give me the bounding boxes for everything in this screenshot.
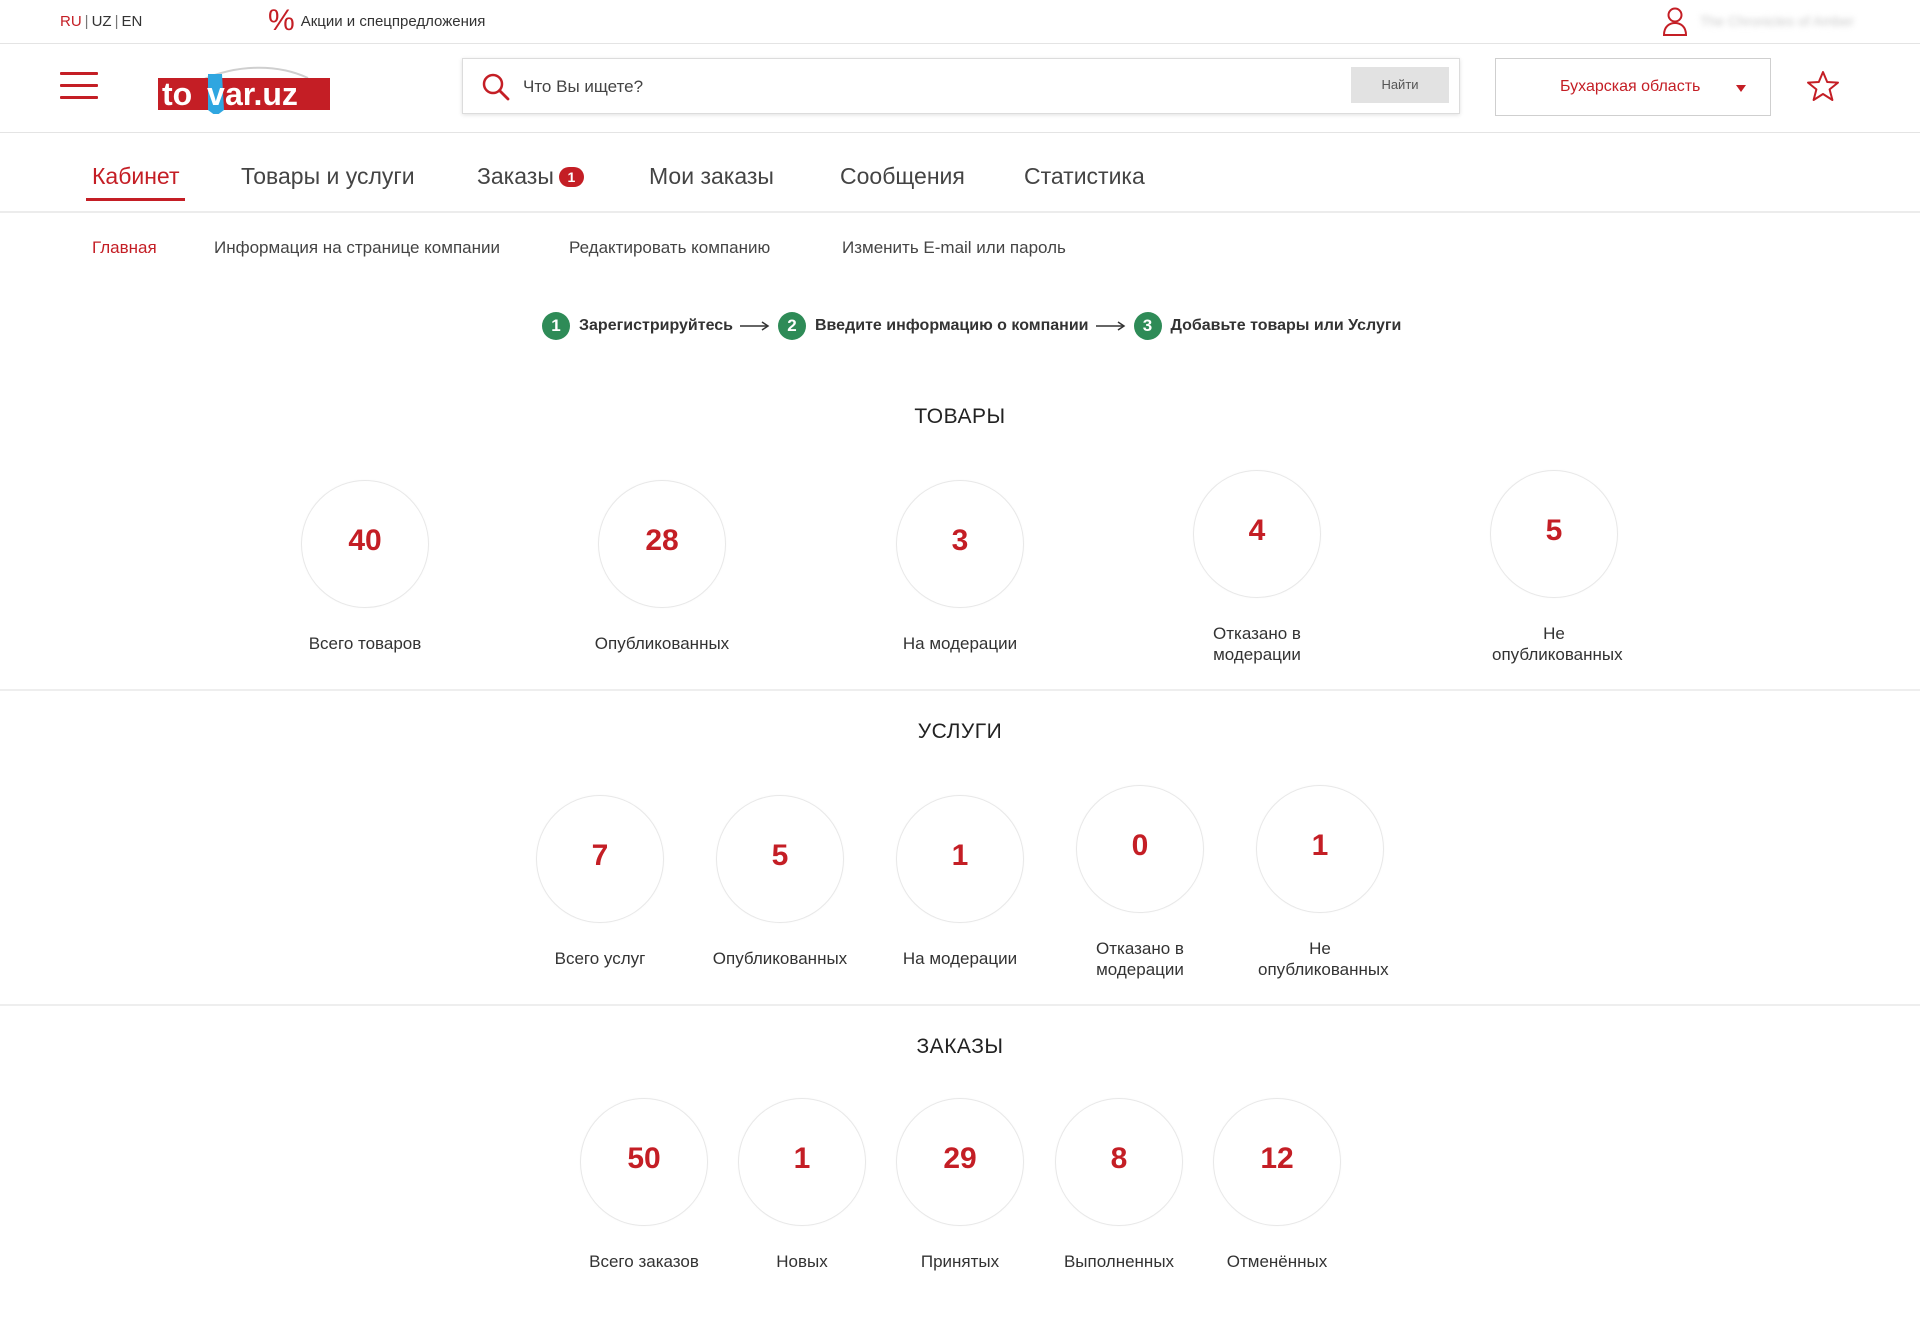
lang-ru[interactable]: RU xyxy=(60,13,82,30)
step-number: 3 xyxy=(1133,312,1162,340)
arrow-right-icon xyxy=(740,321,770,331)
chevron-down-icon xyxy=(1736,85,1746,92)
svg-text:v: v xyxy=(207,76,225,112)
lang-uz[interactable]: UZ xyxy=(92,13,112,30)
stat-value: 3 xyxy=(951,524,969,557)
stat-value: 5 xyxy=(771,839,789,872)
stat-value: 29 xyxy=(943,1142,977,1175)
step-number: 1 xyxy=(542,312,570,340)
star-icon[interactable] xyxy=(1806,70,1840,102)
stat-value: 1 xyxy=(951,839,969,872)
tovar-logo: to v ar.uz xyxy=(158,66,330,116)
orders-count-badge: 1 xyxy=(558,167,584,187)
stat-label: Отменённых xyxy=(1226,1252,1328,1271)
lang-separator: | xyxy=(114,13,119,30)
lang-en[interactable]: EN xyxy=(121,13,142,30)
stat-value: 28 xyxy=(645,524,679,557)
search-input[interactable] xyxy=(521,73,1285,101)
step-register: 1 Зарегистрируйтесь xyxy=(542,312,778,340)
goods-section-title: ТОВАРЫ xyxy=(914,405,1006,428)
lang-separator: | xyxy=(84,13,89,30)
stat-value: 50 xyxy=(627,1142,661,1175)
search-button[interactable]: Найти xyxy=(1351,67,1449,103)
subnav-home[interactable]: Главная xyxy=(92,238,157,258)
tab-label: Сообщения xyxy=(840,163,965,189)
tab-orders[interactable]: Заказы 1 xyxy=(477,163,584,190)
main-tabs: Кабинет Товары и услуги Заказы 1 Мои зака… xyxy=(0,133,1920,213)
svg-text:to: to xyxy=(162,76,192,112)
tab-my-orders[interactable]: Мои заказы xyxy=(649,163,774,190)
subnav-company-info[interactable]: Информация на странице компании xyxy=(214,238,500,258)
subnav-edit-company[interactable]: Редактировать компанию xyxy=(569,238,770,258)
tab-label: Товары и услуги xyxy=(241,163,415,189)
subnav-change-credentials[interactable]: Изменить E-mail или пароль xyxy=(842,238,1066,258)
stat-value: 5 xyxy=(1545,514,1563,547)
percent-icon: % xyxy=(268,4,295,37)
sub-navigation: Главная Информация на странице компании … xyxy=(0,238,1920,262)
tab-statistics[interactable]: Статистика xyxy=(1024,163,1145,190)
menu-icon[interactable] xyxy=(60,72,98,102)
stat-label: Не опубликованных xyxy=(1492,624,1623,664)
stat-label: На модерации xyxy=(902,634,1018,653)
section-divider xyxy=(0,1004,1920,1006)
tab-messages[interactable]: Сообщения xyxy=(840,163,965,190)
services-section-title: УСЛУГИ xyxy=(917,720,1003,743)
orders-section-title: ЗАКАЗЫ xyxy=(916,1035,1004,1058)
tab-label: Статистика xyxy=(1024,163,1145,189)
step-company-info: 2 Введите информацию о компании xyxy=(778,312,1134,340)
stat-label: Отказано в модерации xyxy=(1213,624,1301,664)
top-bar: RU | UZ | EN % Акции и спецпредложения The C… xyxy=(0,0,1920,44)
stat-label: На модерации xyxy=(902,949,1018,968)
stat-label: Всего услуг xyxy=(554,949,646,968)
user-icon xyxy=(1662,7,1688,36)
search-icon xyxy=(482,73,510,101)
stat-value: 40 xyxy=(348,524,382,557)
stat-label: Отказано в модерации xyxy=(1096,939,1184,979)
promo-label: Акции и спецпредложения xyxy=(300,12,486,30)
tab-label: Кабинет xyxy=(92,163,180,189)
region-value: Бухарская область xyxy=(1560,78,1701,95)
stat-value: 7 xyxy=(591,839,609,872)
site-logo[interactable]: to v ar.uz xyxy=(158,66,330,119)
svg-text:ar.uz: ar.uz xyxy=(225,76,298,112)
search-box: Найти xyxy=(462,58,1460,114)
step-label: Зарегистрируйтесь xyxy=(579,317,733,334)
arrow-right-icon xyxy=(1095,321,1125,331)
tab-label: Мои заказы xyxy=(649,163,774,189)
tab-label: Заказы xyxy=(477,163,554,189)
stat-value: 0 xyxy=(1131,829,1149,862)
section-divider xyxy=(0,689,1920,691)
stat-label: Опубликованных xyxy=(594,634,730,653)
stat-label: Не опубликованных xyxy=(1258,939,1389,979)
tab-cabinet[interactable]: Кабинет xyxy=(85,163,187,201)
stat-value: 1 xyxy=(1311,829,1329,862)
stat-label: Всего товаров xyxy=(308,634,422,653)
stat-label: Опубликованных xyxy=(712,949,848,968)
stat-value: 8 xyxy=(1110,1142,1128,1175)
stat-value: 12 xyxy=(1260,1142,1294,1175)
promo-link[interactable]: % Акции и спецпредложения xyxy=(268,6,485,36)
tab-goods-services[interactable]: Товары и услуги xyxy=(241,163,415,190)
step-label: Введите информацию о компании xyxy=(815,317,1089,334)
step-add-products: 3 Добавьте товары или Услуги xyxy=(1133,312,1402,340)
stat-value: 4 xyxy=(1248,514,1266,547)
step-label: Добавьте товары или Услуги xyxy=(1170,317,1402,334)
onboarding-steps: 1 Зарегистрируйтесь 2 Введите информацию… xyxy=(542,312,1401,340)
step-number: 2 xyxy=(778,312,806,340)
user-menu[interactable]: The Chronicles of Amber xyxy=(1662,6,1854,36)
user-name: The Chronicles of Amber xyxy=(1700,13,1855,29)
header: to v ar.uz Найти Бухарская область xyxy=(0,44,1920,133)
region-select[interactable]: Бухарская область xyxy=(1495,58,1771,116)
language-switcher: RU | UZ | EN xyxy=(60,13,142,30)
stat-value: 1 xyxy=(793,1142,811,1175)
